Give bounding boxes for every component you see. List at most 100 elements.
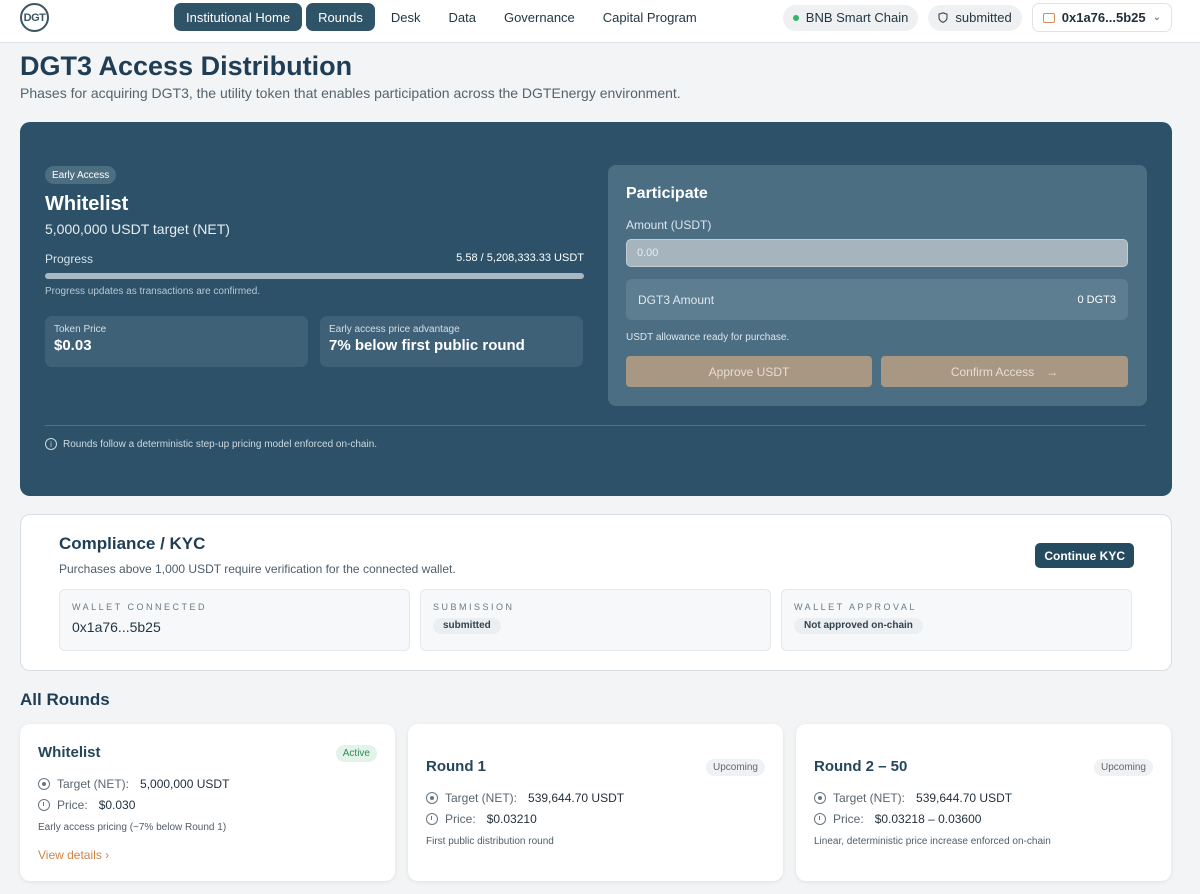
price-advantage-value: 7% below first public round — [329, 337, 525, 354]
page-subtitle: Phases for acquiring DGT3, the utility t… — [20, 85, 681, 101]
target-icon — [814, 792, 826, 804]
confirm-access-button[interactable]: Confirm Access → — [881, 356, 1128, 387]
round-price-line: Price: $0.030 — [38, 798, 135, 812]
progress-value: 5.58 / 5,208,333.33 USDT — [456, 252, 584, 264]
view-details-label: View details — [38, 848, 102, 862]
chevron-down-icon: ⌄ — [1152, 12, 1161, 23]
hero-divider — [45, 425, 1146, 426]
hero-footer-note-text: Rounds follow a deterministic step-up pr… — [63, 438, 378, 450]
approve-usdt-label: Approve USDT — [708, 364, 790, 379]
submission-label: SUBMISSION — [433, 602, 515, 612]
nav-desk[interactable]: Desk — [379, 3, 433, 31]
round-description: Linear, deterministic price increase enf… — [814, 836, 1051, 847]
round-name: Round 2 – 50 — [814, 758, 908, 775]
round-target-value: 5,000,000 USDT — [140, 777, 230, 791]
round-card-round-2-50[interactable]: Round 2 – 50 Upcoming Target (NET): 539,… — [796, 724, 1171, 881]
wallet-button[interactable]: 0x1a76...5b25 ⌄ — [1031, 3, 1172, 32]
amount-usdt-input[interactable] — [626, 239, 1128, 267]
dgt3-amount-label: DGT3 Amount — [638, 292, 715, 307]
round-target-label: Target (NET): — [445, 791, 518, 805]
wallet-approval-card: WALLET APPROVAL Not approved on-chain — [781, 589, 1132, 651]
submission-status-chip: submitted — [433, 618, 501, 634]
clock-icon — [38, 799, 50, 811]
info-icon: i — [45, 438, 57, 450]
continue-kyc-button[interactable]: Continue KYC — [1035, 543, 1134, 568]
progress-separator: / — [480, 252, 484, 264]
kyc-status-pill[interactable]: submitted — [928, 4, 1022, 31]
participate-panel: Participate Amount (USDT) DGT3 Amount 0 … — [608, 165, 1147, 406]
round-price-label: Price: — [833, 812, 864, 826]
clock-icon — [814, 813, 826, 825]
hero-footer-note: i Rounds follow a deterministic step-up … — [45, 438, 377, 450]
round-price-value: $0.030 — [98, 798, 136, 812]
compliance-title: Compliance / KYC — [59, 534, 206, 553]
wallet-connected-label: WALLET CONNECTED — [72, 602, 208, 612]
early-access-badge: Early Access — [45, 166, 117, 184]
allowance-note: USDT allowance ready for purchase. — [626, 332, 790, 343]
round-price-label: Price: — [445, 812, 476, 826]
all-rounds-title: All Rounds — [20, 690, 110, 709]
round-status-badge: Upcoming — [1093, 759, 1153, 776]
clock-icon — [426, 813, 438, 825]
compliance-subtitle: Purchases above 1,000 USDT require verif… — [59, 562, 456, 576]
round-description: Early access pricing (~7% below Round 1) — [38, 822, 227, 833]
token-price-value: $0.03 — [54, 337, 92, 354]
round-status-badge: Active — [335, 745, 377, 762]
token-price-label: Token Price — [54, 324, 107, 335]
nav-right-group: BNB Smart Chain submitted 0x1a76...5b25 … — [782, 3, 1172, 32]
wallet-address: 0x1a76...5b25 — [1061, 10, 1146, 25]
nav-rounds[interactable]: Rounds — [306, 3, 375, 31]
logo-text: DGT — [23, 11, 46, 24]
round-target-value: 539,644.70 USDT — [528, 791, 625, 805]
round-price-line: Price: $0.03218 – 0.03600 — [814, 812, 981, 826]
arrow-right-icon: → — [1046, 364, 1059, 379]
target-icon — [38, 778, 50, 790]
round-name: Whitelist — [38, 744, 101, 761]
whitelist-hero-panel: Early Access Whitelist 5,000,000 USDT ta… — [20, 122, 1172, 496]
dgt3-amount-value: 0 DGT3 — [1077, 293, 1116, 306]
round-card-round-1[interactable]: Round 1 Upcoming Target (NET): 539,644.7… — [408, 724, 783, 881]
wallet-connected-card: WALLET CONNECTED 0x1a76...5b25 — [59, 589, 410, 651]
round-status-badge: Upcoming — [705, 759, 765, 776]
nav-governance[interactable]: Governance — [492, 3, 587, 31]
submission-card: SUBMISSION submitted — [420, 589, 771, 651]
target-icon — [426, 792, 438, 804]
round-description: First public distribution round — [426, 836, 554, 847]
progress-bar — [45, 273, 584, 279]
shield-icon — [938, 12, 948, 23]
round-price-line: Price: $0.03210 — [426, 812, 537, 826]
kyc-status-text: submitted — [955, 10, 1012, 25]
network-name: BNB Smart Chain — [805, 10, 909, 25]
round-price-value: $0.03210 — [486, 812, 537, 826]
page-title: DGT3 Access Distribution — [20, 51, 353, 81]
network-indicator[interactable]: BNB Smart Chain — [782, 4, 919, 31]
amount-label: Amount (USDT) — [626, 218, 712, 232]
hero-target-text: 5,000,000 USDT target (NET) — [45, 221, 230, 237]
round-target-line: Target (NET): 539,644.70 USDT — [814, 791, 1012, 805]
wallet-connected-value: 0x1a76...5b25 — [72, 619, 161, 635]
progress-note: Progress updates as transactions are con… — [45, 286, 261, 297]
dgt-logo[interactable]: DGT — [20, 3, 49, 32]
participate-title: Participate — [626, 185, 708, 202]
approve-usdt-button[interactable]: Approve USDT — [626, 356, 872, 387]
nav-capital-program[interactable]: Capital Program — [591, 3, 709, 31]
round-target-line: Target (NET): 5,000,000 USDT — [38, 777, 229, 791]
round-target-label: Target (NET): — [57, 777, 130, 791]
view-details-link[interactable]: View details › — [38, 848, 109, 862]
wallet-approval-label: WALLET APPROVAL — [794, 602, 917, 612]
confirm-access-label: Confirm Access — [950, 364, 1035, 379]
round-price-label: Price: — [57, 798, 88, 812]
dgt3-amount-row: DGT3 Amount 0 DGT3 — [626, 279, 1128, 320]
nav-institutional-home[interactable]: Institutional Home — [174, 3, 303, 31]
wallet-approval-chip: Not approved on-chain — [794, 618, 923, 634]
round-target-value: 539,644.70 USDT — [916, 791, 1013, 805]
nav-data[interactable]: Data — [437, 3, 488, 31]
round-card-whitelist[interactable]: Whitelist Active Target (NET): 5,000,000… — [20, 724, 395, 881]
token-price-card: Token Price $0.03 — [45, 316, 308, 367]
top-navigation-bar: DGT Institutional Home Rounds Desk Data … — [0, 0, 1200, 43]
round-name: Round 1 — [426, 758, 486, 775]
round-target-line: Target (NET): 539,644.70 USDT — [426, 791, 624, 805]
network-status-dot-icon — [792, 14, 799, 21]
compliance-kyc-panel: Compliance / KYC Purchases above 1,000 U… — [20, 514, 1172, 671]
chevron-right-icon: › — [105, 848, 110, 862]
